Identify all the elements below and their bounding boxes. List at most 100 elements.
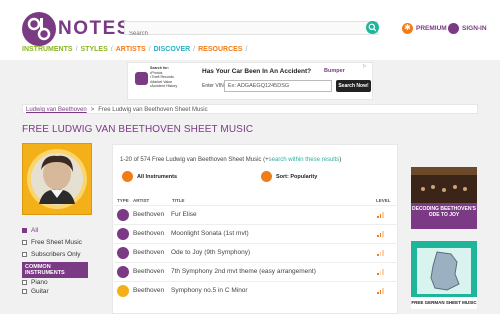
breadcrumb-separator: >: [90, 107, 95, 113]
filter-free-label: Free Sheet Music: [31, 238, 82, 246]
piano-icon: [117, 266, 129, 278]
checkbox-icon: [22, 289, 27, 294]
table-row[interactable]: Beethoven Moonlight Sonata (1st mvt): [114, 224, 398, 243]
piano-icon: [117, 209, 129, 221]
search-input[interactable]: [125, 28, 361, 40]
ad-bullet-list: Search for: Photos Theft Records Market …: [150, 66, 177, 89]
level-bars-icon: [377, 288, 386, 294]
filter-piano-label: Piano: [31, 279, 48, 286]
main-nav: INSTRUMENTS / STYLES / ARTISTS / DISCOVER / …: [22, 46, 247, 56]
table-row[interactable]: Beethoven Symphony no.5 in C Minor: [114, 281, 398, 300]
germany-map-image: [417, 248, 471, 294]
checkbox-icon: [22, 251, 27, 257]
row-artist[interactable]: Beethoven: [133, 287, 164, 294]
level-bars-icon: [377, 212, 386, 218]
row-artist[interactable]: Beethoven: [133, 211, 164, 218]
row-title[interactable]: 7th Symphony 2nd mvt theme (easy arrange…: [171, 268, 316, 275]
artist-portrait: [22, 143, 92, 215]
signin-link[interactable]: SIGN-IN: [448, 21, 487, 35]
nav-separator: /: [75, 46, 78, 53]
row-artist[interactable]: Beethoven: [133, 230, 164, 237]
nav-separator: /: [148, 46, 151, 53]
site-logo[interactable]: [22, 12, 56, 46]
sort-icon: [261, 171, 272, 182]
level-bars-icon: [377, 231, 386, 237]
checkbox-icon: [22, 239, 27, 245]
level-bars-icon: [377, 250, 386, 256]
sort-dropdown[interactable]: Sort: Popularity: [261, 171, 317, 182]
nav-artists[interactable]: ARTISTS: [116, 46, 146, 56]
promo-card-ode-to-joy[interactable]: DECODING BEETHOVEN'S ODE TO JOY: [411, 167, 477, 229]
nav-separator: /: [245, 46, 248, 53]
ad-car-icon: [135, 72, 148, 85]
star-icon: ✱: [402, 22, 413, 34]
nav-instruments[interactable]: INSTRUMENTS: [22, 46, 73, 56]
row-title[interactable]: Symphony no.5 in C Minor: [171, 287, 248, 294]
column-artist: ARTIST: [133, 198, 150, 203]
row-artist[interactable]: Beethoven: [133, 268, 164, 275]
user-icon: [448, 22, 459, 34]
search-box: [124, 21, 378, 40]
search-within-link[interactable]: search within these results: [269, 157, 340, 163]
column-title: TITLE: [172, 198, 185, 203]
ad-bullet: Accident History: [150, 84, 177, 89]
results-summary-end: ): [339, 157, 342, 163]
breadcrumb-current: Free Ludwig van Beethoven Sheet Music: [98, 107, 208, 113]
premium-label: PREMIUM: [416, 24, 447, 32]
filter-free[interactable]: Free Sheet Music: [22, 236, 94, 248]
ad-brand: Bumper: [324, 68, 345, 74]
row-title[interactable]: Moonlight Sonata (1st mvt): [171, 230, 249, 237]
filter-all-label: All: [31, 226, 39, 234]
promo-card-german-music[interactable]: FREE GERMAN SHEET MUSIC: [411, 241, 477, 309]
beethoven-portrait-image: [27, 149, 87, 209]
filter-all[interactable]: All: [22, 224, 94, 236]
advertisement-banner[interactable]: Search for: Photos Theft Records Market …: [127, 62, 373, 100]
sheet-music-list: 1-20 of 574 Free Ludwig van Beethoven Sh…: [112, 144, 398, 314]
ad-choices-icon[interactable]: ▷: [363, 63, 371, 70]
breadcrumb-link-artist[interactable]: Ludwig van Beethoven: [26, 107, 87, 113]
ad-vin-label: Enter VIN: [202, 83, 224, 89]
table-body: Beethoven Fur Elise Beethoven Moonlight …: [114, 205, 398, 300]
instrument-filter-label: All Instruments: [137, 173, 178, 180]
table-row[interactable]: Beethoven 7th Symphony 2nd mvt theme (ea…: [114, 262, 398, 281]
column-type: TYPE: [117, 198, 129, 203]
level-bars-icon: [377, 269, 386, 275]
instruments-icon: [122, 171, 133, 182]
site-header: NOTES ✱ PREMIUM SIGN-IN INSTRUMENTS/ STY…: [0, 0, 500, 60]
table-row[interactable]: Beethoven Fur Elise: [114, 205, 398, 224]
ad-vin-input[interactable]: Ex: ADGAEGQ1245DSG: [224, 80, 332, 92]
nav-styles[interactable]: STYLES: [81, 46, 108, 56]
nav-separator: /: [110, 46, 113, 53]
map-icon: [430, 251, 460, 291]
premium-link[interactable]: ✱ PREMIUM: [402, 21, 447, 35]
results-summary: 1-20 of 574 Free Ludwig van Beethoven Sh…: [120, 157, 341, 163]
table-row[interactable]: Beethoven Ode to Joy (9th Symphony): [114, 243, 398, 262]
row-title[interactable]: Fur Elise: [171, 211, 197, 218]
row-title[interactable]: Ode to Joy (9th Symphony): [171, 249, 250, 256]
orchestra-image: [411, 167, 477, 203]
logo-mark-icon: [23, 13, 55, 45]
common-instruments-header: COMMON INSTRUMENTS: [22, 262, 88, 278]
breadcrumb: Ludwig van Beethoven > Free Ludwig van Bee…: [22, 104, 478, 114]
trumpet-icon: [117, 285, 129, 297]
logo-text: NOTES: [58, 18, 131, 39]
filter-panel: All Free Sheet Music Subscribers Only CO…: [22, 224, 94, 296]
page-title: FREE LUDWIG VAN BEETHOVEN SHEET MUSIC: [22, 124, 254, 135]
row-artist[interactable]: Beethoven: [133, 249, 164, 256]
search-button[interactable]: [366, 21, 379, 34]
instrument-filter-dropdown[interactable]: All Instruments: [122, 171, 177, 182]
filter-subscribers-label: Subscribers Only: [31, 250, 81, 258]
search-icon: [368, 23, 377, 32]
ad-search-button[interactable]: Search Now!: [336, 80, 371, 92]
piano-icon: [117, 228, 129, 240]
checkbox-icon: [22, 280, 27, 285]
checkbox-icon: [22, 227, 27, 233]
filter-guitar[interactable]: Guitar: [22, 287, 94, 296]
nav-resources[interactable]: RESOURCES: [198, 46, 242, 56]
nav-discover[interactable]: DISCOVER: [154, 46, 191, 56]
filter-piano[interactable]: Piano: [22, 278, 94, 287]
filter-subscribers[interactable]: Subscribers Only: [22, 248, 94, 260]
promo-card-title: FREE GERMAN SHEET MUSIC: [411, 297, 477, 309]
signin-label: SIGN-IN: [462, 24, 487, 32]
sort-label: Sort: Popularity: [276, 173, 318, 180]
